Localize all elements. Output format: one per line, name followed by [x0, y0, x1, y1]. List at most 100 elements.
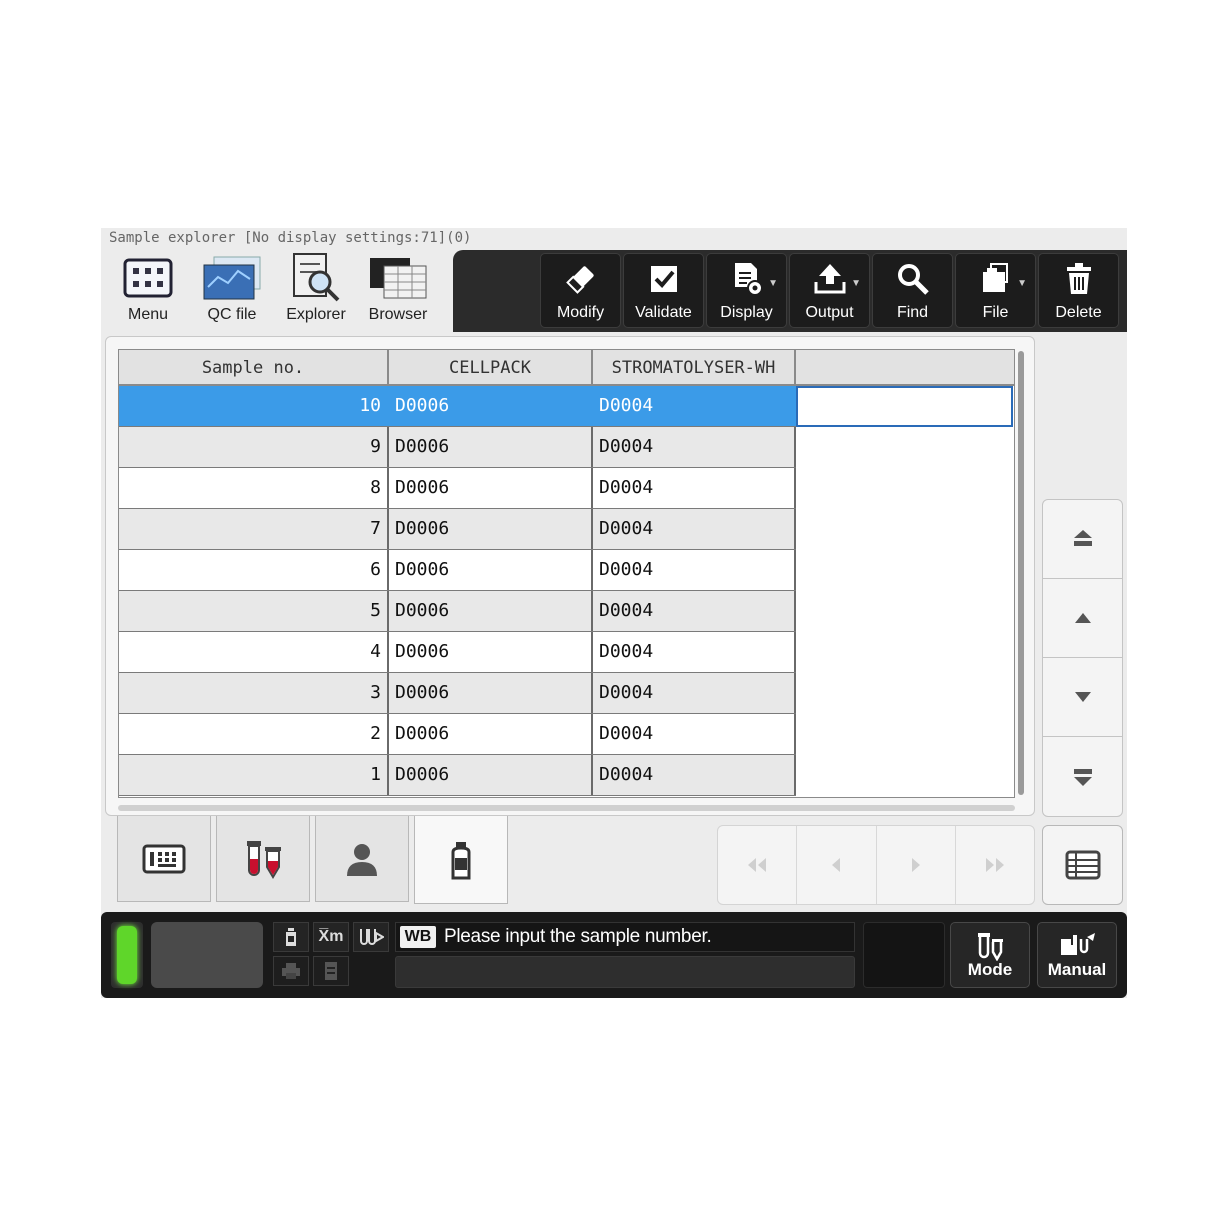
- sample-table: Sample no. CELLPACK STROMATOLYSER-WH 10 D…: [118, 349, 1015, 798]
- header-stromatolyser[interactable]: STROMATOLYSER-WH: [593, 350, 796, 386]
- validate-label: Validate: [635, 304, 692, 321]
- table-row[interactable]: 8 D0006 D0004: [119, 468, 796, 509]
- table-row[interactable]: 5 D0006 D0004: [119, 591, 796, 632]
- cellpack-lot-cell: D0006: [389, 591, 593, 631]
- cellpack-lot-cell: D0006: [389, 468, 593, 508]
- qc-file-label: QC file: [207, 306, 257, 323]
- explorer-button[interactable]: Explorer: [275, 250, 357, 330]
- table-row[interactable]: 7 D0006 D0004: [119, 509, 796, 550]
- browser-label: Browser: [368, 306, 428, 323]
- qc-file-button[interactable]: QC file: [191, 250, 273, 330]
- tube-arrow-icon: [360, 929, 384, 945]
- table-row[interactable]: 10 D0006 D0004: [119, 386, 796, 427]
- table-row[interactable]: 6 D0006 D0004: [119, 550, 796, 591]
- next-page-button[interactable]: [877, 826, 956, 904]
- arrow-right-icon: [911, 858, 920, 872]
- qc-chart-icon: [191, 250, 273, 306]
- status-bar: X̅m WB Please input the sample number. M…: [101, 912, 1127, 998]
- delete-label: Delete: [1055, 304, 1102, 321]
- display-label: Display: [720, 304, 773, 321]
- delete-button[interactable]: Delete: [1038, 253, 1119, 328]
- tube-status-button[interactable]: [353, 922, 389, 952]
- vertical-scrollbar[interactable]: [1018, 351, 1024, 795]
- tab-blood-tubes[interactable]: [216, 816, 310, 902]
- cellpack-lot-cell: D0006: [389, 427, 593, 467]
- table-row[interactable]: 1 D0006 D0004: [119, 755, 796, 796]
- sample-grid-panel: Sample no. CELLPACK STROMATOLYSER-WH 10 D…: [105, 336, 1035, 816]
- manual-label: Manual: [1047, 960, 1107, 979]
- patient-icon: [347, 843, 377, 876]
- find-button[interactable]: Find: [872, 253, 953, 328]
- reagent-status-button[interactable]: [273, 922, 309, 952]
- sample-no-cell: 3: [119, 673, 389, 713]
- xm-status-button[interactable]: X̅m: [313, 922, 349, 952]
- ready-indicator: [111, 922, 143, 988]
- menu-button[interactable]: Menu: [107, 250, 189, 330]
- double-arrow-up-icon: [1073, 530, 1092, 546]
- scroll-button-group: [1042, 499, 1123, 817]
- display-button[interactable]: ▼ Display: [706, 253, 787, 328]
- header-empty: [796, 350, 1014, 386]
- sample-no-cell: 7: [119, 509, 389, 549]
- manual-button[interactable]: Manual: [1037, 922, 1117, 988]
- sample-no-cell: 5: [119, 591, 389, 631]
- scroll-top-button[interactable]: [1043, 500, 1122, 579]
- header-sample-no[interactable]: Sample no.: [119, 350, 389, 386]
- sample-number-input[interactable]: [395, 956, 855, 988]
- header-cellpack[interactable]: CELLPACK: [389, 350, 593, 386]
- double-arrow-left-icon: [748, 858, 767, 872]
- tab-patient[interactable]: [315, 816, 409, 902]
- explorer-magnifier-icon: [275, 250, 357, 306]
- mode-tubes-icon: [951, 923, 1029, 961]
- table-row[interactable]: 9 D0006 D0004: [119, 427, 796, 468]
- first-page-button[interactable]: [718, 826, 798, 904]
- sample-no-cell: 1: [119, 755, 389, 795]
- table-row[interactable]: 4 D0006 D0004: [119, 632, 796, 673]
- sample-explorer-window: Sample explorer [No display settings:71]…: [101, 228, 1127, 998]
- tab-keypad[interactable]: [117, 816, 211, 902]
- scroll-up-button[interactable]: [1043, 579, 1122, 658]
- scroll-bottom-button[interactable]: [1043, 737, 1122, 816]
- menu-keypad-icon: [107, 250, 189, 306]
- table-row[interactable]: 3 D0006 D0004: [119, 673, 796, 714]
- server-icon: [325, 962, 337, 980]
- eraser-icon: [541, 254, 620, 304]
- cellpack-lot-cell: D0006: [389, 632, 593, 672]
- stromatolyser-lot-cell: D0004: [593, 591, 796, 631]
- stromatolyser-lot-cell: D0004: [593, 632, 796, 672]
- sample-no-cell: 2: [119, 714, 389, 754]
- scroll-down-button[interactable]: [1043, 658, 1122, 737]
- printer-icon: [282, 963, 300, 979]
- last-page-button[interactable]: [956, 826, 1034, 904]
- ready-led-icon: [117, 926, 137, 984]
- status-display-box: [151, 922, 263, 988]
- table-row[interactable]: 2 D0006 D0004: [119, 714, 796, 755]
- printer-status-button[interactable]: [273, 956, 309, 986]
- double-arrow-right-icon: [985, 858, 1004, 872]
- status-blank-box: [863, 922, 945, 988]
- sample-no-cell: 4: [119, 632, 389, 672]
- list-view-button[interactable]: [1042, 825, 1123, 905]
- sample-no-cell: 8: [119, 468, 389, 508]
- stromatolyser-lot-cell: D0004: [593, 468, 796, 508]
- tab-reagent[interactable]: [414, 816, 508, 904]
- sample-no-cell: 9: [119, 427, 389, 467]
- stromatolyser-lot-cell: D0004: [593, 755, 796, 795]
- xm-label: X̅m: [318, 928, 344, 945]
- modify-button[interactable]: Modify: [540, 253, 621, 328]
- output-label: Output: [805, 304, 854, 321]
- host-status-button[interactable]: [313, 956, 349, 986]
- reagent-bottle-small-icon: [286, 928, 296, 946]
- file-button[interactable]: ▼ File: [955, 253, 1036, 328]
- horizontal-scrollbar[interactable]: [118, 805, 1015, 811]
- menu-label: Menu: [127, 306, 169, 323]
- validate-button[interactable]: Validate: [623, 253, 704, 328]
- mode-button[interactable]: Mode: [950, 922, 1030, 988]
- mode-label: Mode: [967, 960, 1013, 979]
- output-button[interactable]: ▼ Output: [789, 253, 870, 328]
- previous-page-button[interactable]: [797, 826, 877, 904]
- cellpack-lot-cell: D0006: [389, 673, 593, 713]
- browser-button[interactable]: Browser: [357, 250, 439, 330]
- sample-no-cell: 6: [119, 550, 389, 590]
- keypad-card-icon: [142, 844, 186, 873]
